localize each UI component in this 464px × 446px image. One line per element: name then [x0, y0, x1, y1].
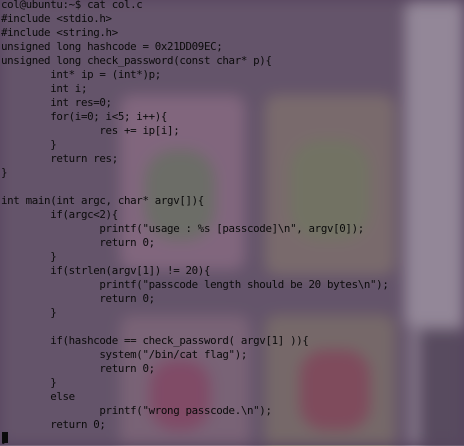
code-line: unsigned long check_password(const char*… [1, 54, 272, 67]
code-line: return 0; [1, 362, 155, 375]
code-line: if(strlen(argv[1]) != 20){ [1, 264, 211, 277]
code-listing: #include <stdio.h> #include <string.h> uns… [1, 12, 389, 446]
code-line: int res=0; [1, 96, 112, 109]
code-line: } [1, 138, 57, 151]
code-line: printf("wrong passcode.\n"); [1, 404, 272, 417]
code-line: } [1, 306, 57, 319]
code-line: unsigned long hashcode = 0x21DD09EC; [1, 40, 223, 53]
code-line: } [1, 250, 57, 263]
terminal-cursor [2, 432, 8, 443]
terminal-window[interactable]: col@ubuntu:~$ cat col.c #include <stdio.h… [0, 0, 464, 445]
code-line: int* ip = (int*)p; [1, 68, 161, 81]
code-line: for(i=0; i<5; i++){ [1, 110, 168, 123]
code-line: return 0; [1, 236, 155, 249]
code-line: #include <stdio.h> [1, 12, 112, 25]
code-line: if(argc<2){ [1, 208, 118, 221]
code-line: #include <string.h> [1, 26, 118, 39]
code-line: else [1, 390, 75, 403]
code-line: if(hashcode == check_password( argv[1] )… [1, 334, 309, 347]
terminal-output: col@ubuntu:~$ cat col.c #include <stdio.h… [1, 0, 389, 446]
code-line: printf("usage : %s [passcode]\n", argv[0… [1, 222, 364, 235]
code-line: int main(int argc, char* argv[]){ [1, 194, 204, 207]
code-line: } [1, 432, 388, 446]
terminal-prompt-line: col@ubuntu:~$ cat col.c [1, 0, 143, 11]
code-line: } [1, 166, 8, 179]
code-line: } [1, 376, 57, 389]
code-line: return 0; [1, 418, 106, 431]
code-line: return res; [1, 152, 118, 165]
code-line: res += ip[i]; [1, 124, 180, 137]
code-line: int i; [1, 82, 88, 95]
code-line: return 0; [1, 292, 155, 305]
code-line: printf("passcode length should be 20 byt… [1, 278, 389, 291]
code-line: system("/bin/cat flag"); [1, 348, 248, 361]
